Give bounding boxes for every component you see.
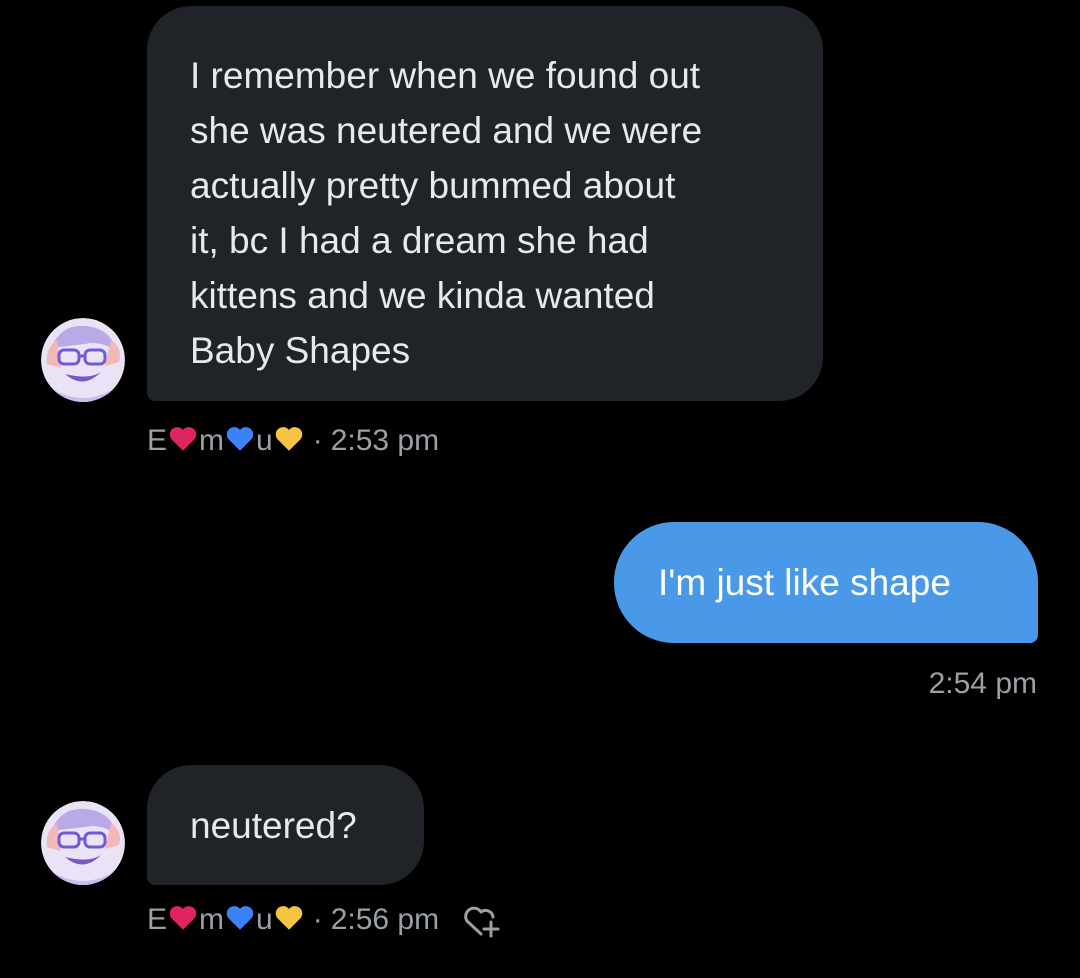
sender-name-part: u	[256, 902, 273, 936]
sender-name-part: m	[199, 902, 225, 936]
sender-avatar[interactable]	[41, 318, 125, 402]
message-timestamp: 2:53 pm	[330, 423, 440, 457]
red-heart-icon	[168, 425, 198, 460]
blue-heart-icon	[225, 904, 255, 939]
heart-plus-icon[interactable]	[461, 905, 501, 939]
message-bubble-outgoing[interactable]: I'm just like shape	[614, 522, 1038, 643]
message-bubble-incoming[interactable]: I remember when we found out she was neu…	[147, 6, 823, 401]
message-meta: 2:54 pm	[929, 667, 1037, 701]
yellow-heart-icon	[274, 425, 304, 460]
message-meta: E m u · 2:53 pm	[147, 423, 439, 458]
avatar-illustration-icon	[41, 801, 125, 885]
message-timestamp: 2:56 pm	[330, 902, 440, 936]
sender-name-part: m	[199, 423, 225, 457]
message-timestamp: 2:54 pm	[928, 667, 1037, 700]
message-bubble-incoming[interactable]: neutered?	[147, 765, 424, 885]
yellow-heart-icon	[274, 904, 304, 939]
sender-name-part: E	[147, 423, 168, 457]
sender-avatar[interactable]	[41, 801, 125, 885]
meta-separator: ·	[312, 902, 323, 936]
avatar-illustration-icon	[41, 318, 125, 402]
sender-name-part: E	[147, 902, 168, 936]
sender-name-part: u	[256, 423, 273, 457]
message-meta: E m u · 2:56 pm	[147, 902, 501, 937]
blue-heart-icon	[225, 425, 255, 460]
red-heart-icon	[168, 904, 198, 939]
meta-separator: ·	[312, 423, 323, 457]
